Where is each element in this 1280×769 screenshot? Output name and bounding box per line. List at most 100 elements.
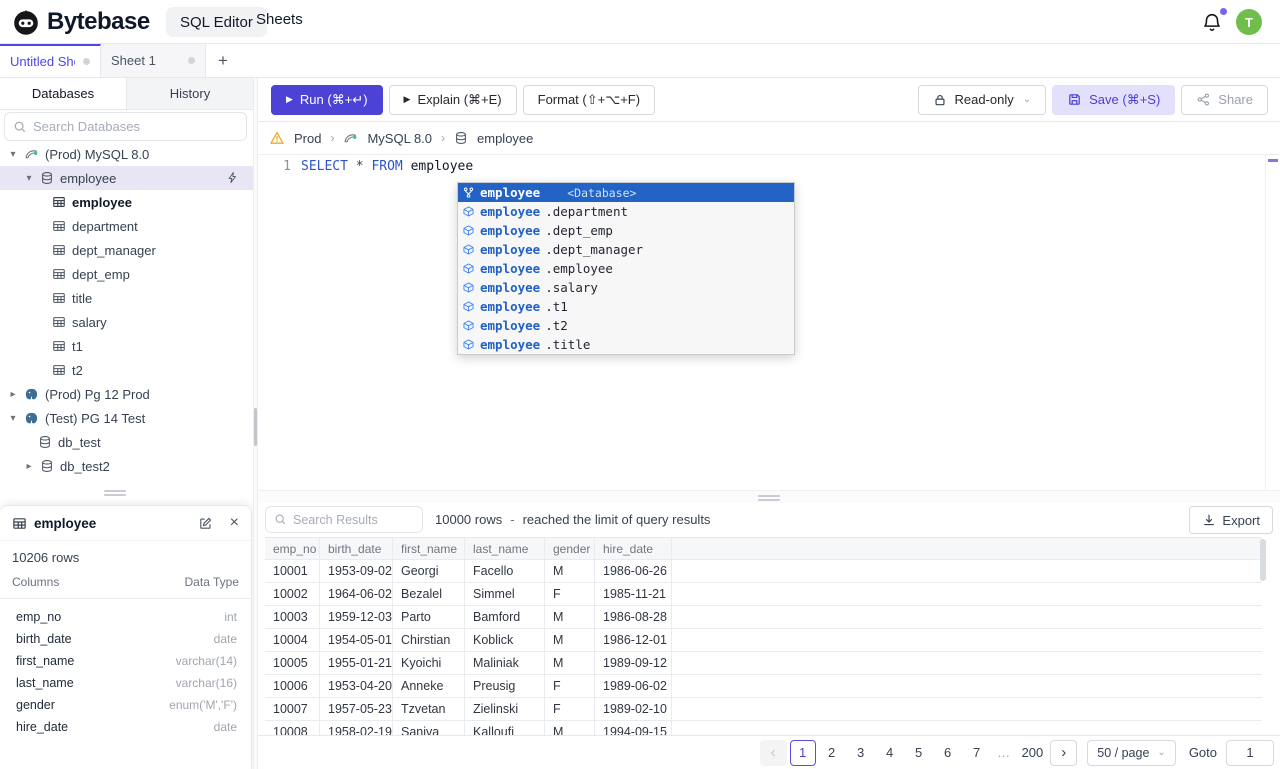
table-row[interactable]: 10004 1954-05-01 Chirstian Koblick M 198… — [265, 629, 1262, 652]
splitter-handle[interactable] — [254, 408, 257, 446]
page-button[interactable]: 200 — [1018, 740, 1048, 766]
suggest-item-table[interactable]: employee .salary — [458, 278, 794, 297]
column-header[interactable]: first_name — [393, 538, 465, 559]
tree-item-database-db-test[interactable]: db_test — [0, 430, 253, 454]
sheet-tab-sheet1[interactable]: Sheet 1 — [101, 44, 206, 77]
suggest-item-table[interactable]: employee .title — [458, 335, 794, 354]
readonly-mode-select[interactable]: Read-only ⌄ — [918, 84, 1047, 115]
table-row[interactable]: 10007 1957-05-23 Tzvetan Zielinski F 198… — [265, 698, 1262, 721]
tab-history[interactable]: History — [126, 78, 253, 109]
suggest-item-table[interactable]: employee .department — [458, 202, 794, 221]
goto-page-input[interactable] — [1226, 739, 1274, 766]
sql-star: * — [355, 159, 364, 174]
column-header[interactable]: last_name — [465, 538, 545, 559]
suggest-item-table[interactable]: employee .dept_emp — [458, 221, 794, 240]
results-scrollbar[interactable] — [1260, 539, 1266, 733]
save-button[interactable]: Save (⌘+S) — [1052, 84, 1176, 115]
nav-sql-editor[interactable]: SQL Editor — [166, 7, 267, 37]
results-search-input[interactable] — [293, 512, 414, 527]
cell: F — [545, 698, 595, 720]
code-line[interactable]: SELECT * FROM employee — [301, 159, 473, 174]
edit-icon[interactable] — [198, 516, 213, 531]
database-icon — [40, 459, 54, 473]
tree-item-instance-mysql[interactable]: ▾ (Prod) MySQL 8.0 — [0, 142, 253, 166]
caret-right-icon[interactable]: ▸ — [24, 461, 34, 472]
page-button[interactable]: 5 — [906, 740, 932, 766]
run-button[interactable]: ▶ Run (⌘+↵) — [271, 84, 383, 115]
page-size-select[interactable]: 50 / page ⌄ — [1087, 739, 1176, 766]
sheet-tab-untitled[interactable]: Untitled Sheet — [0, 44, 101, 77]
table-row[interactable]: 10006 1953-04-20 Anneke Preusig F 1989-0… — [265, 675, 1262, 698]
table-row[interactable]: 10008 1958-02-19 Saniva Kalloufi M 1994-… — [265, 721, 1262, 735]
table-row[interactable]: 10002 1964-06-02 Bezalel Simmel F 1985-1… — [265, 583, 1262, 606]
autocomplete-popup: employee <Database> employee .department … — [457, 182, 795, 355]
breadcrumb-instance[interactable]: MySQL 8.0 — [367, 131, 432, 146]
suggest-item-table[interactable]: employee .dept_manager — [458, 240, 794, 259]
breadcrumb-database[interactable]: employee — [477, 131, 533, 146]
tree-item-table-t2[interactable]: t2 — [0, 358, 253, 382]
suggest-item-table[interactable]: employee .t2 — [458, 316, 794, 335]
tree-item-table-employee[interactable]: employee — [0, 190, 253, 214]
column-header[interactable]: birth_date — [320, 538, 393, 559]
table-row[interactable]: 10005 1955-01-21 Kyoichi Maliniak M 1989… — [265, 652, 1262, 675]
cell: 1959-12-03 — [320, 606, 393, 628]
format-button[interactable]: Format (⇧+⌥+F) — [522, 84, 656, 115]
splitter-handle[interactable] — [758, 495, 780, 503]
suggest-item-table[interactable]: employee .t1 — [458, 297, 794, 316]
tree-item-table-t1[interactable]: t1 — [0, 334, 253, 358]
results-search[interactable] — [265, 506, 423, 533]
page-button[interactable]: 3 — [848, 740, 874, 766]
tree-item-table-department[interactable]: department — [0, 214, 253, 238]
bolt-icon[interactable] — [226, 171, 239, 184]
page-button[interactable]: 1 — [789, 739, 816, 766]
caret-down-icon[interactable]: ▾ — [8, 149, 18, 160]
search-input[interactable] — [33, 119, 238, 134]
prev-page-button[interactable]: ‹ — [759, 739, 787, 766]
column-header[interactable]: gender — [545, 538, 595, 559]
tree-item-table-dept-manager[interactable]: dept_manager — [0, 238, 253, 262]
export-button[interactable]: Export — [1189, 506, 1273, 534]
tree-item-table-title[interactable]: title — [0, 286, 253, 310]
table-row[interactable]: 10001 1953-09-02 Georgi Facello M 1986-0… — [265, 560, 1262, 583]
next-page-button[interactable]: › — [1050, 739, 1078, 766]
caret-right-icon[interactable]: ▸ — [8, 389, 18, 400]
caret-down-icon[interactable]: ▾ — [24, 173, 34, 184]
tree-item-database-db-test2[interactable]: ▸ db_test2 — [0, 454, 253, 478]
tree-item-database-employee[interactable]: ▾ employee — [0, 166, 253, 190]
tree-item-instance-pg12[interactable]: ▸ (Prod) Pg 12 Prod — [0, 382, 253, 406]
page-button[interactable]: 4 — [877, 740, 903, 766]
cell: Saniva — [393, 721, 465, 735]
cell: 1986-08-28 — [595, 606, 672, 628]
close-icon[interactable]: × — [230, 515, 239, 531]
page-button[interactable]: 2 — [819, 740, 845, 766]
suggest-item-database[interactable]: employee <Database> — [458, 183, 794, 202]
tree-item-table-salary[interactable]: salary — [0, 310, 253, 334]
bytebase-logo[interactable] — [11, 7, 41, 37]
tab-databases[interactable]: Databases — [0, 78, 126, 109]
explain-button[interactable]: ▶ Explain (⌘+E) — [388, 84, 517, 115]
cell: 10004 — [265, 629, 320, 651]
table-icon — [52, 315, 66, 329]
avatar[interactable]: T — [1236, 9, 1262, 35]
nav-sheets[interactable]: Sheets — [256, 11, 303, 28]
caret-down-icon[interactable]: ▾ — [8, 413, 18, 424]
column-header-filler — [672, 538, 1262, 559]
add-tab-icon[interactable]: + — [206, 44, 240, 77]
table-icon — [52, 339, 66, 353]
sql-editor[interactable]: 1 SELECT * FROM employee employee <Datab… — [258, 155, 1280, 490]
page-button[interactable]: 7 — [964, 740, 990, 766]
column-header[interactable]: emp_no — [265, 538, 320, 559]
table-row[interactable]: 10003 1959-12-03 Parto Bamford M 1986-08… — [265, 606, 1262, 629]
cell: Koblick — [465, 629, 545, 651]
share-button[interactable]: Share — [1181, 84, 1268, 115]
tree-item-instance-pg14[interactable]: ▾ (Test) PG 14 Test — [0, 406, 253, 430]
breadcrumb-environment[interactable]: Prod — [294, 131, 321, 146]
suggest-item-table[interactable]: employee .employee — [458, 259, 794, 278]
database-search[interactable] — [4, 112, 247, 141]
results-splitter[interactable] — [258, 490, 1280, 503]
suggest-match: employee — [480, 280, 541, 295]
column-header[interactable]: hire_date — [595, 538, 672, 559]
page-button[interactable]: 6 — [935, 740, 961, 766]
tree-item-table-dept-emp[interactable]: dept_emp — [0, 262, 253, 286]
panel-resize-handle[interactable] — [104, 490, 126, 496]
